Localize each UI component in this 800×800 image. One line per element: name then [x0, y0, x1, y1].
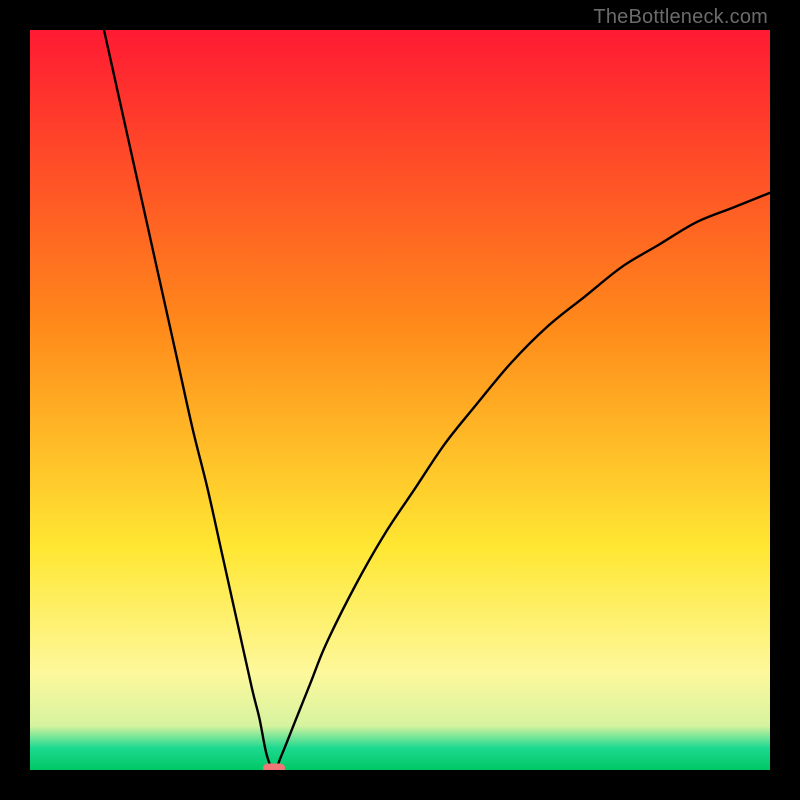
optimum-marker	[263, 764, 285, 771]
chart-frame: TheBottleneck.com	[0, 0, 800, 800]
watermark-text: TheBottleneck.com	[593, 6, 768, 29]
curve-layer	[30, 30, 770, 770]
bottleneck-curve	[104, 30, 770, 770]
plot-area	[30, 30, 770, 770]
